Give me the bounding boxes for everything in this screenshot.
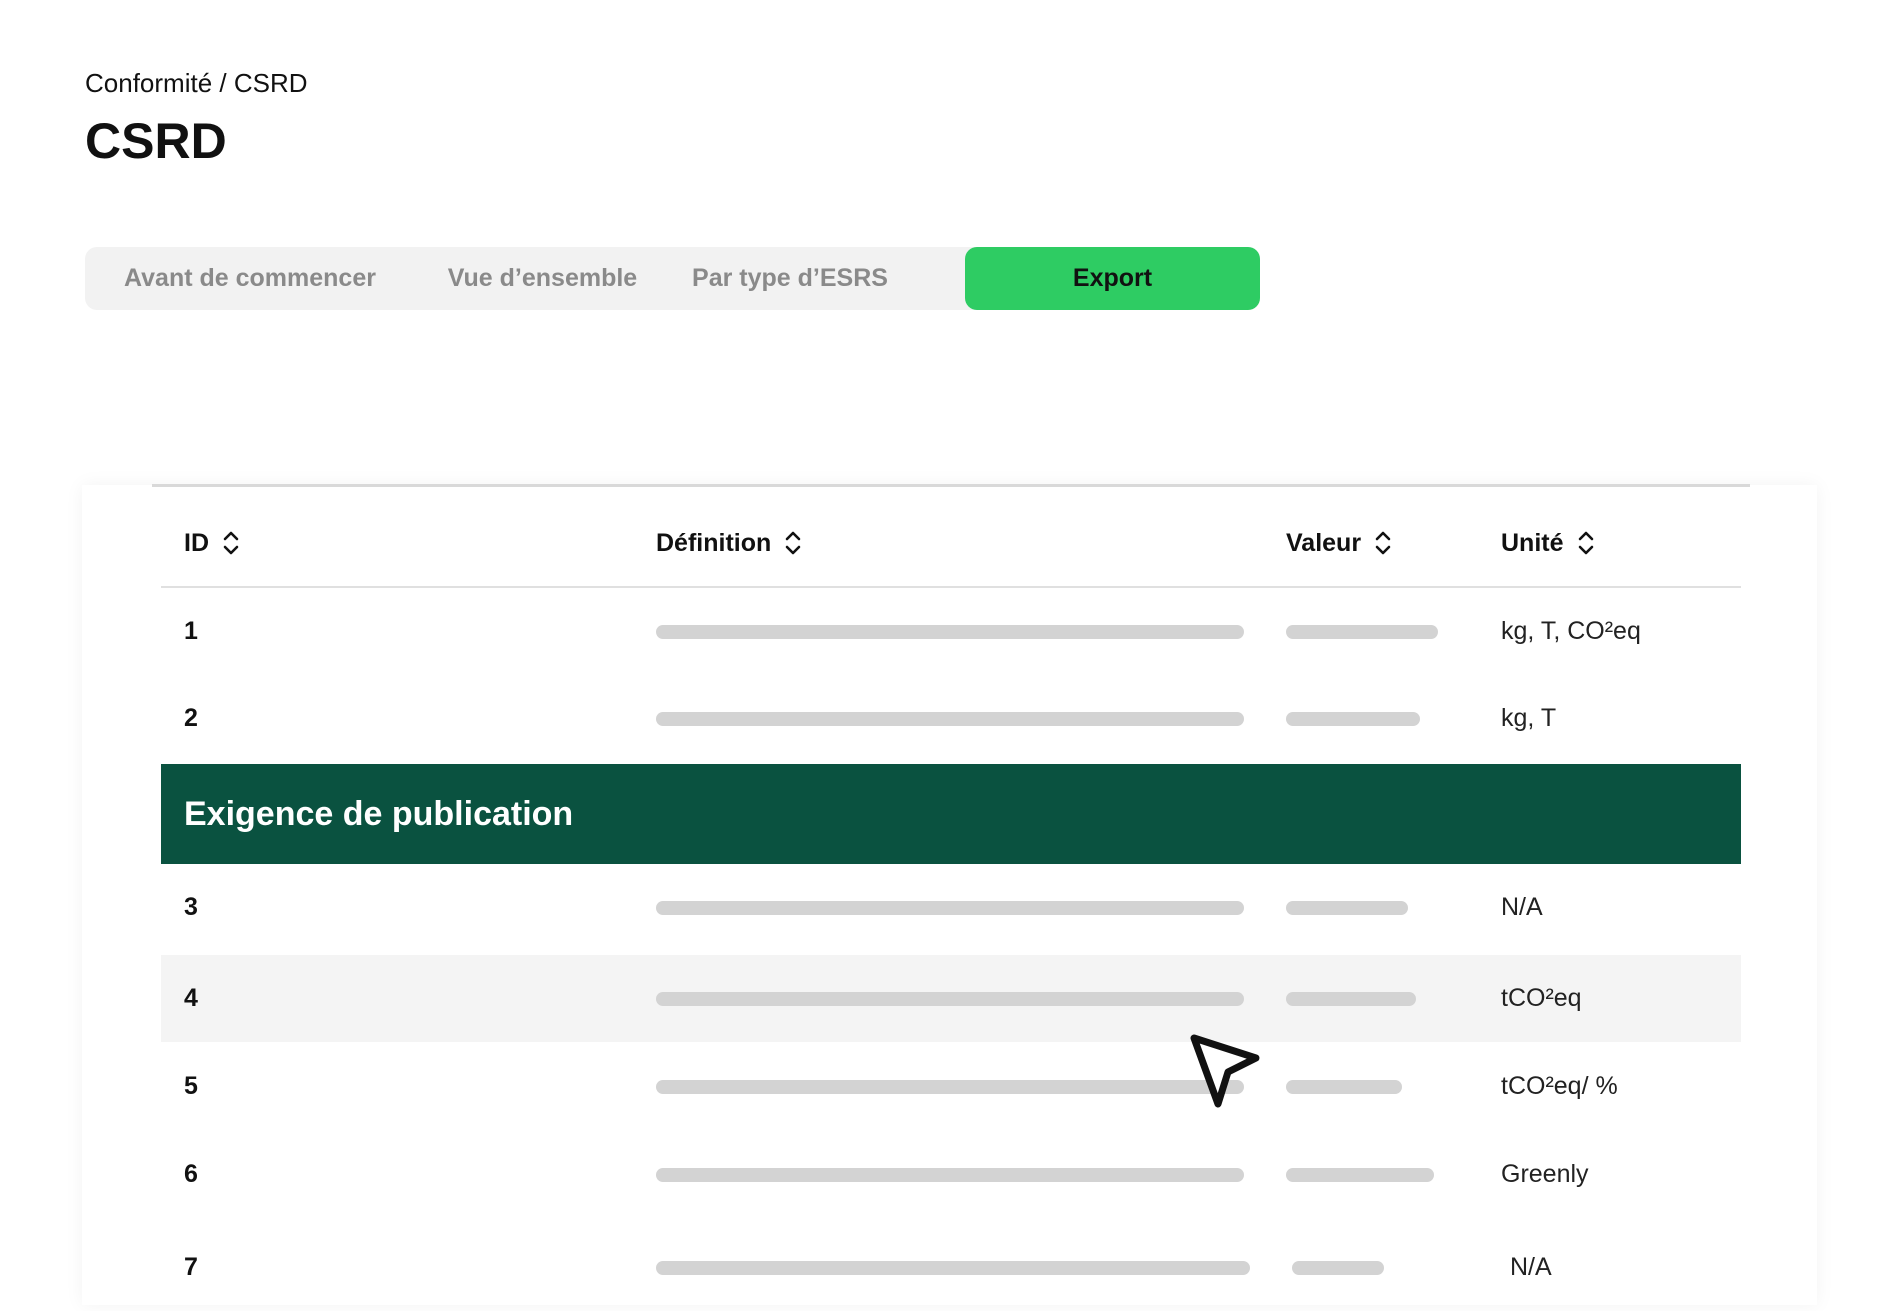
column-header-label: Définition <box>656 528 772 557</box>
definition-placeholder <box>656 1168 1244 1182</box>
pointer-cursor-icon <box>1180 1025 1270 1115</box>
row-id: 2 <box>184 704 198 732</box>
table-row[interactable]: 2 kg, T <box>161 675 1741 762</box>
sort-icon[interactable] <box>1578 530 1594 556</box>
row-unit: N/A <box>1510 1253 1552 1281</box>
row-id: 4 <box>184 984 198 1012</box>
value-placeholder <box>1286 1168 1434 1182</box>
value-placeholder <box>1286 712 1420 726</box>
column-header-label: ID <box>184 528 209 557</box>
sort-icon[interactable] <box>785 530 801 556</box>
column-header-id[interactable]: ID <box>184 500 239 586</box>
value-placeholder <box>1292 1261 1384 1275</box>
column-header-valeur[interactable]: Valeur <box>1286 500 1391 586</box>
tab-par-type-esrs[interactable]: Par type d’ESRS <box>690 247 890 310</box>
tab-vue-ensemble[interactable]: Vue d’ensemble <box>440 247 645 310</box>
table-row[interactable]: 4 tCO²eq <box>161 955 1741 1042</box>
definition-placeholder <box>656 1080 1244 1094</box>
column-header-unite[interactable]: Unité <box>1501 500 1594 586</box>
section-header: Exigence de publication <box>161 764 1741 864</box>
definition-placeholder <box>656 901 1244 915</box>
tab-export[interactable]: Export <box>965 247 1260 310</box>
table-row[interactable]: 1 kg, T, CO²eq <box>161 588 1741 675</box>
table-top-divider <box>152 484 1750 487</box>
column-header-label: Valeur <box>1286 528 1362 557</box>
value-placeholder <box>1286 992 1416 1006</box>
row-id: 1 <box>184 617 198 645</box>
definition-placeholder <box>656 1261 1250 1275</box>
column-header-label: Unité <box>1501 528 1564 557</box>
definition-placeholder <box>656 625 1244 639</box>
column-header-definition[interactable]: Définition <box>656 500 801 586</box>
table-row[interactable]: 3 N/A <box>161 864 1741 951</box>
definition-placeholder <box>656 712 1244 726</box>
row-unit: tCO²eq <box>1501 984 1582 1012</box>
row-unit: kg, T <box>1501 704 1557 732</box>
section-label: Exigence de publication <box>184 794 574 833</box>
row-unit: N/A <box>1501 893 1543 921</box>
value-placeholder <box>1286 901 1408 915</box>
row-unit: kg, T, CO²eq <box>1501 617 1641 645</box>
breadcrumb[interactable]: Conformité / CSRD <box>85 68 308 99</box>
table-header: ID Définition Valeur Unité <box>161 500 1741 588</box>
definition-placeholder <box>656 992 1244 1006</box>
table-row[interactable]: 7 N/A <box>161 1194 1741 1284</box>
sort-icon[interactable] <box>223 530 239 556</box>
page-title: CSRD <box>85 113 227 169</box>
row-id: 3 <box>184 893 198 921</box>
sort-icon[interactable] <box>1375 530 1391 556</box>
value-placeholder <box>1286 1080 1402 1094</box>
row-unit: tCO²eq/ % <box>1501 1072 1618 1100</box>
row-id: 7 <box>184 1253 198 1281</box>
value-placeholder <box>1286 625 1438 639</box>
tab-bar: Avant de commencer Vue d’ensemble Par ty… <box>85 247 1260 310</box>
tab-avant-de-commencer[interactable]: Avant de commencer <box>115 247 385 310</box>
table-row[interactable]: 5 tCO²eq/ % <box>161 1043 1741 1130</box>
row-id: 5 <box>184 1072 198 1100</box>
